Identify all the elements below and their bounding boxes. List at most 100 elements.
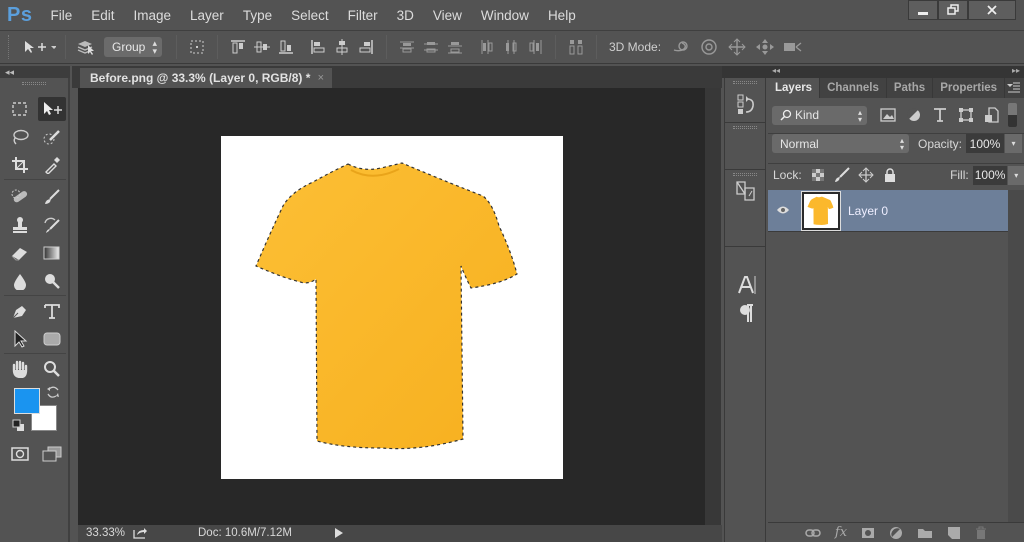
distribute-right-button[interactable] <box>524 36 546 58</box>
tool-hand[interactable] <box>6 357 34 381</box>
menu-edit[interactable]: Edit <box>91 8 114 23</box>
tool-preset-picker[interactable] <box>22 36 56 58</box>
close-window-button[interactable] <box>968 0 1016 20</box>
menu-file[interactable]: File <box>50 8 72 23</box>
align-vertical-centers-button[interactable] <box>251 36 273 58</box>
share-button[interactable] <box>133 526 147 539</box>
tool-dodge[interactable] <box>38 269 66 293</box>
scale-camera-3d-button[interactable] <box>782 36 804 58</box>
tool-eraser[interactable] <box>6 241 34 265</box>
filter-toggle[interactable] <box>1008 103 1017 127</box>
toolbar-grip[interactable] <box>22 82 46 85</box>
link-layers-button[interactable] <box>805 527 821 539</box>
lock-position[interactable] <box>856 164 876 186</box>
document-canvas[interactable] <box>221 136 563 479</box>
filter-kind-dropdown[interactable]: Kind ▴ ▾ <box>772 105 867 125</box>
panel-grip[interactable] <box>733 173 757 176</box>
new-layer-button[interactable] <box>947 526 961 540</box>
history-button[interactable] <box>736 93 756 115</box>
tool-brush[interactable] <box>38 185 66 209</box>
close-tab-icon[interactable]: × <box>318 72 324 84</box>
tab-channels[interactable]: Channels <box>820 78 887 98</box>
menu-view[interactable]: View <box>433 8 462 23</box>
options-grip[interactable] <box>8 35 12 59</box>
paragraph-button[interactable] <box>739 303 755 323</box>
tool-pen[interactable] <box>6 299 34 323</box>
layer-thumbnail[interactable] <box>801 191 841 231</box>
fx-button[interactable]: fx <box>835 525 847 540</box>
lock-image-pixels[interactable] <box>832 164 852 186</box>
tool-zoom[interactable] <box>38 357 66 381</box>
screen-mode-button[interactable] <box>38 442 66 466</box>
opacity-input[interactable]: 100% <box>966 134 1005 153</box>
menu-filter[interactable]: Filter <box>348 8 378 23</box>
distribute-left-button[interactable] <box>476 36 498 58</box>
tool-rectangular-marquee[interactable] <box>6 97 34 121</box>
show-transform-controls[interactable] <box>186 36 208 58</box>
tab-paths[interactable]: Paths <box>887 78 934 98</box>
tab-properties[interactable]: Properties <box>933 78 1006 98</box>
layer-item[interactable]: Layer 0 <box>768 190 1008 232</box>
tab-layers[interactable]: Layers <box>768 78 821 98</box>
panel-menu-button[interactable] <box>1006 81 1020 93</box>
lock-transparent-pixels[interactable] <box>808 164 828 186</box>
roll-3d-button[interactable] <box>698 36 720 58</box>
tool-lasso[interactable] <box>6 125 34 149</box>
minimize-button[interactable] <box>908 0 938 20</box>
distribute-horizontal-centers-button[interactable] <box>500 36 522 58</box>
auto-select-toggle[interactable] <box>75 36 97 58</box>
align-top-edges-button[interactable] <box>227 36 249 58</box>
menu-select[interactable]: Select <box>291 8 329 23</box>
default-colors-button[interactable] <box>12 419 26 433</box>
tool-move[interactable] <box>38 97 66 121</box>
menu-image[interactable]: Image <box>134 8 172 23</box>
panel-grip[interactable] <box>733 126 757 129</box>
zoom-level[interactable]: 33.33% <box>86 527 125 539</box>
menu-3d[interactable]: 3D <box>397 8 414 23</box>
auto-align-layers-button[interactable] <box>565 36 587 58</box>
distribute-top-button[interactable] <box>396 36 418 58</box>
new-group-button[interactable] <box>917 527 933 539</box>
tool-history-brush[interactable] <box>38 213 66 237</box>
foreground-color-swatch[interactable] <box>14 388 40 414</box>
layers-scrollbar[interactable] <box>1008 190 1024 522</box>
delete-layer-button[interactable] <box>975 526 987 540</box>
menu-layer[interactable]: Layer <box>190 8 224 23</box>
add-mask-button[interactable] <box>861 527 875 539</box>
filter-smart-objects[interactable] <box>981 104 1003 126</box>
swap-colors-button[interactable] <box>46 384 60 398</box>
document-tab[interactable]: Before.png @ 33.3% (Layer 0, RGB/8) * × <box>80 68 332 88</box>
menu-window[interactable]: Window <box>481 8 529 23</box>
lock-all[interactable] <box>880 164 900 186</box>
align-bottom-edges-button[interactable] <box>275 36 297 58</box>
tool-type[interactable] <box>38 299 66 323</box>
align-right-edges-button[interactable] <box>355 36 377 58</box>
blend-mode-dropdown[interactable]: Normal ▴ ▾ <box>772 134 909 153</box>
tool-rectangle[interactable] <box>38 327 66 351</box>
toolbar-collapse[interactable]: ◂◂ <box>0 66 70 78</box>
auto-select-dropdown[interactable]: Group ▴ ▾ <box>104 37 162 57</box>
expand-panels-button[interactable]: ▸▸ <box>1012 66 1020 75</box>
filter-adjustment-layers[interactable] <box>903 104 925 126</box>
menu-help[interactable]: Help <box>548 8 576 23</box>
tool-quick-selection[interactable] <box>38 125 66 149</box>
status-menu-arrow[interactable] <box>334 527 344 539</box>
canvas-vertical-scrollbar[interactable] <box>705 88 721 525</box>
layer-visibility-toggle[interactable] <box>776 204 790 216</box>
restore-button[interactable] <box>938 0 968 20</box>
fill-slider-toggle[interactable]: ▾ <box>1008 165 1024 185</box>
fill-input[interactable]: 100% <box>972 165 1008 185</box>
align-left-edges-button[interactable] <box>307 36 329 58</box>
filter-type-layers[interactable] <box>929 104 951 126</box>
adjustment-layer-button[interactable] <box>889 526 903 540</box>
slide-3d-button[interactable] <box>754 36 776 58</box>
layer-name[interactable]: Layer 0 <box>848 204 888 218</box>
quick-mask-button[interactable] <box>6 442 34 466</box>
menu-type[interactable]: Type <box>243 8 272 23</box>
tool-spot-healing-brush[interactable] <box>6 185 34 209</box>
tool-clone-stamp[interactable] <box>6 213 34 237</box>
tool-path-selection[interactable] <box>6 327 34 351</box>
rotate-3d-button[interactable] <box>670 36 692 58</box>
drag-3d-button[interactable] <box>726 36 748 58</box>
tool-gradient[interactable] <box>38 241 66 265</box>
